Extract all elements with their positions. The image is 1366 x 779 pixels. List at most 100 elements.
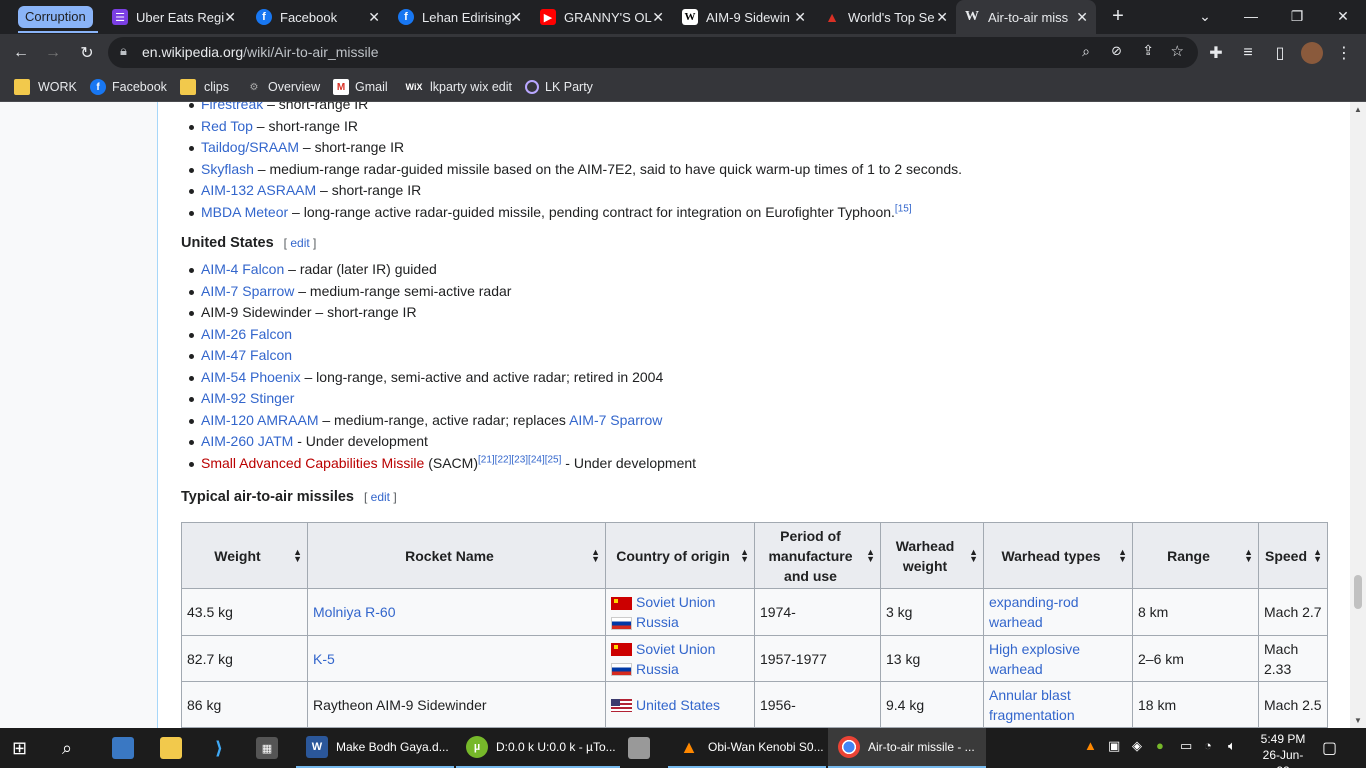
- calculator-icon[interactable]: ▦: [256, 728, 286, 768]
- missile-link[interactable]: AIM-7 Sparrow: [569, 412, 662, 428]
- windows-start-icon[interactable]: ⊞: [12, 728, 27, 768]
- column-header-period[interactable]: Period of manufacture and use ▲ ▼: [754, 522, 881, 589]
- tray-icon[interactable]: ◈: [1132, 738, 1142, 754]
- scroll-up-icon[interactable]: ▲: [1354, 105, 1362, 114]
- minimize-icon[interactable]: —: [1228, 0, 1274, 32]
- bookmark-work[interactable]: WORK: [14, 77, 77, 97]
- tab-facebook[interactable]: f Facebook ✕: [248, 0, 388, 34]
- column-header-weight[interactable]: Weight ▲ ▼: [181, 522, 308, 589]
- missile-link[interactable]: Skyflash: [201, 161, 254, 177]
- warhead-type-link[interactable]: expanding-rod warhead: [989, 594, 1079, 630]
- column-header-range[interactable]: Range ▲ ▼: [1132, 522, 1259, 589]
- file-explorer-alt-icon[interactable]: [112, 728, 142, 768]
- bookmark-facebook[interactable]: f Facebook: [90, 77, 167, 97]
- edit-link[interactable]: edit: [371, 490, 390, 504]
- column-header-speed[interactable]: Speed ▲ ▼: [1257, 522, 1329, 589]
- search-icon[interactable]: ⌕: [62, 728, 72, 768]
- country-link[interactable]: Russia: [636, 614, 679, 630]
- taskbar-chrome[interactable]: Air-to-air missile - ...: [828, 728, 986, 768]
- rocket-link[interactable]: Molniya R-60: [313, 604, 395, 620]
- missile-link[interactable]: Firestreak: [201, 102, 263, 112]
- missile-link-missing[interactable]: Small Advanced Capabilities Missile: [201, 455, 424, 471]
- missile-link[interactable]: Taildog/SRAAM: [201, 139, 299, 155]
- share-icon[interactable]: ⇪: [1142, 42, 1154, 59]
- star-icon[interactable]: ☆: [1171, 42, 1184, 60]
- column-header-country[interactable]: Country of origin ▲ ▼: [605, 522, 755, 589]
- zoom-icon[interactable]: ⌕: [1082, 43, 1090, 60]
- close-icon[interactable]: ✕: [652, 9, 664, 26]
- page-scrollbar[interactable]: ▲ ▼: [1350, 102, 1366, 728]
- scroll-down-icon[interactable]: ▼: [1354, 716, 1362, 725]
- close-icon[interactable]: ✕: [224, 9, 236, 26]
- country-link[interactable]: Soviet Union: [636, 641, 715, 657]
- missile-link[interactable]: AIM-92 Stinger: [201, 390, 294, 406]
- close-icon[interactable]: ✕: [794, 9, 806, 26]
- missile-link[interactable]: AIM-54 Phoenix: [201, 369, 301, 385]
- reload-icon[interactable]: ↻: [76, 42, 98, 64]
- tab-youtube[interactable]: ▶ GRANNY'S OL ✕: [532, 0, 672, 34]
- wifi-icon[interactable]: ◔: [1204, 738, 1212, 753]
- tab-air-to-air[interactable]: W Air-to-air miss ✕: [956, 0, 1096, 34]
- notification-icon[interactable]: ▢: [1322, 738, 1337, 758]
- missile-link[interactable]: AIM-132 ASRAAM: [201, 182, 316, 198]
- battery-icon[interactable]: ▭: [1180, 738, 1192, 754]
- bookmark-gmail[interactable]: M Gmail: [333, 77, 388, 97]
- missile-link[interactable]: MBDA Meteor: [201, 204, 288, 220]
- warhead-type-link[interactable]: High explosive warhead: [989, 641, 1080, 677]
- column-header-rocket-name[interactable]: Rocket Name ▲ ▼: [307, 522, 606, 589]
- restore-icon[interactable]: ❐: [1274, 0, 1320, 32]
- rocket-link[interactable]: K-5: [313, 651, 335, 667]
- folder-icon[interactable]: [160, 728, 190, 768]
- vlc-tray-icon[interactable]: ▲: [1084, 738, 1097, 753]
- missile-link[interactable]: AIM-260 JATM: [201, 433, 293, 449]
- citation-link[interactable]: [15]: [895, 203, 912, 214]
- close-icon[interactable]: ✕: [368, 9, 380, 26]
- eye-off-icon[interactable]: ⊘: [1111, 43, 1122, 59]
- system-clock[interactable]: 5:49 PM 26-Jun-22: [1258, 731, 1308, 779]
- close-window-icon[interactable]: ✕: [1320, 0, 1366, 32]
- reading-list-icon[interactable]: ≡: [1237, 42, 1259, 64]
- bookmark-overview[interactable]: ⚙ Overview: [246, 77, 321, 97]
- missile-link[interactable]: AIM-7 Sparrow: [201, 283, 294, 299]
- close-icon[interactable]: ✕: [936, 9, 948, 26]
- tab-group-chip[interactable]: Corruption: [18, 6, 93, 28]
- paint-icon[interactable]: [628, 728, 658, 768]
- tab-worlds-top[interactable]: ▲ World's Top Se ✕: [816, 0, 956, 34]
- volume-icon[interactable]: 🔈︎: [1228, 738, 1236, 754]
- menu-icon[interactable]: ⋮: [1333, 42, 1355, 64]
- tab-search-icon[interactable]: ⌄: [1182, 0, 1228, 32]
- column-header-warhead-types[interactable]: Warhead types ▲ ▼: [983, 522, 1133, 589]
- missile-link[interactable]: Red Top: [201, 118, 253, 134]
- close-icon[interactable]: ✕: [510, 9, 522, 26]
- utorrent-tray-icon[interactable]: ●: [1156, 738, 1164, 753]
- bookmark-lkparty[interactable]: LK Party: [525, 77, 593, 97]
- tab-uber-eats[interactable]: ☰ Uber Eats Regi ✕: [104, 0, 244, 34]
- country-link[interactable]: United States: [636, 697, 720, 713]
- address-bar[interactable]: 🔒︎ en.wikipedia.org/wiki/Air-to-air_miss…: [108, 37, 1198, 68]
- forward-icon[interactable]: →: [42, 42, 64, 64]
- missile-link[interactable]: AIM-4 Falcon: [201, 261, 284, 277]
- scrollbar-thumb[interactable]: [1354, 575, 1362, 609]
- taskbar-word[interactable]: W Make Bodh Gaya.d...: [296, 728, 454, 768]
- taskbar-utorrent[interactable]: µ D:0.0 k U:0.0 k - µTo...: [456, 728, 620, 768]
- tab-lehan[interactable]: f Lehan Edirising ✕: [390, 0, 530, 34]
- back-icon[interactable]: ←: [10, 42, 32, 64]
- profile-avatar[interactable]: [1301, 42, 1323, 64]
- missile-link[interactable]: AIM-26 Falcon: [201, 326, 292, 342]
- side-panel-icon[interactable]: ▯: [1269, 42, 1291, 64]
- vscode-icon[interactable]: ⟩: [208, 728, 238, 768]
- extensions-icon[interactable]: ✚: [1205, 42, 1227, 64]
- tab-aim9[interactable]: W AIM-9 Sidewin ✕: [674, 0, 814, 34]
- warhead-type-link[interactable]: Annular blast fragmentation: [989, 687, 1075, 723]
- column-header-warhead-weight[interactable]: Warhead weight ▲ ▼: [880, 522, 984, 589]
- bookmark-wix[interactable]: WiX lkparty wix edit: [404, 77, 512, 97]
- missile-link[interactable]: AIM-47 Falcon: [201, 347, 292, 363]
- tray-icon[interactable]: ▣: [1108, 738, 1120, 754]
- country-link[interactable]: Soviet Union: [636, 594, 715, 610]
- close-icon[interactable]: ✕: [1076, 9, 1088, 26]
- new-tab-button[interactable]: +: [1096, 0, 1140, 32]
- taskbar-vlc[interactable]: ▲ Obi-Wan Kenobi S0...: [668, 728, 826, 768]
- country-link[interactable]: Russia: [636, 661, 679, 677]
- bookmark-clips[interactable]: clips: [180, 77, 229, 97]
- edit-link[interactable]: edit: [290, 236, 309, 250]
